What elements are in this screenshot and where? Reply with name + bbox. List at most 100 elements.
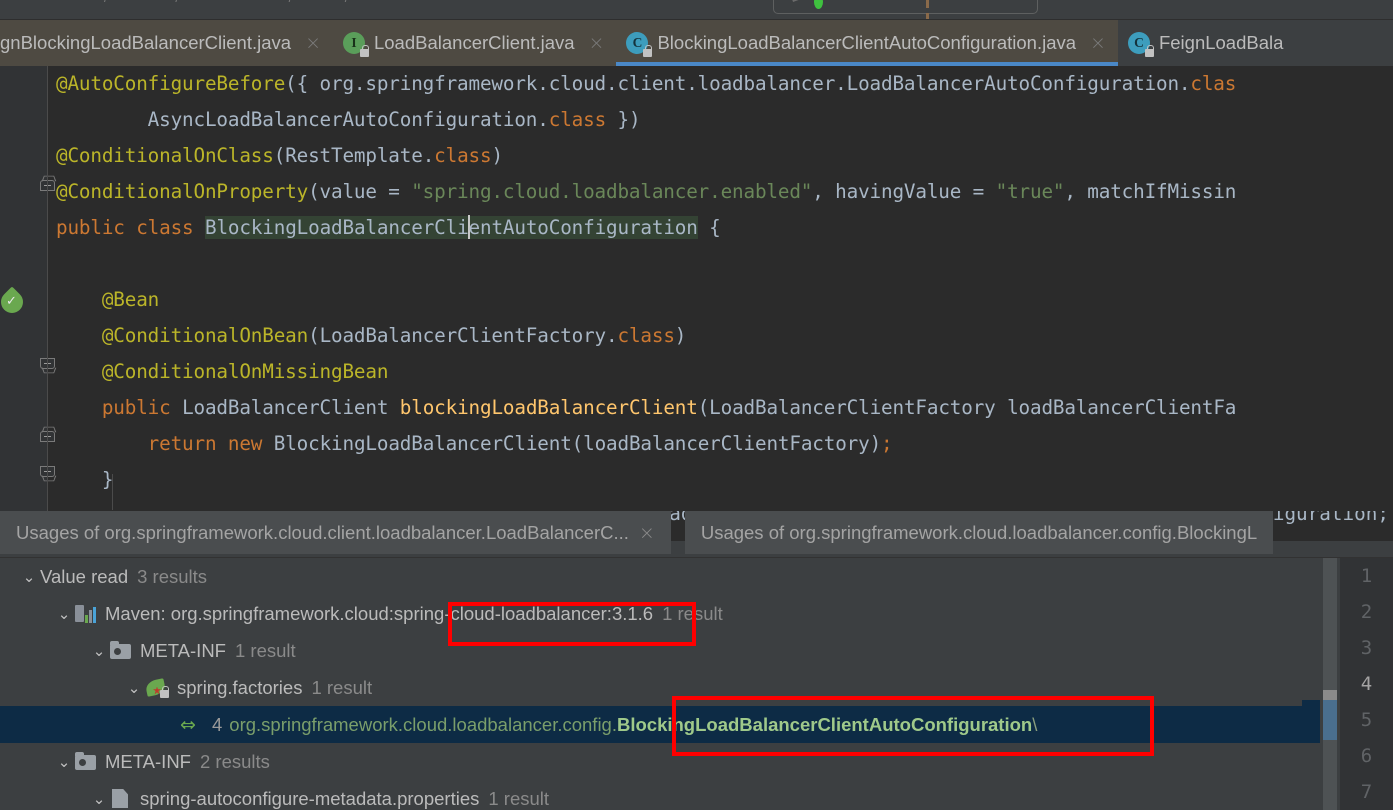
usage-tree-row[interactable]: ⌄ Value read 3 results: [0, 558, 1340, 595]
usage-match-suffix: \: [1032, 713, 1038, 735]
code-line-10: public LoadBalancerClient blockingLoadBa…: [101, 396, 1237, 419]
find-usages-panel: import import org.springframework.cloud.…: [0, 511, 1393, 810]
preview-line-number: 4: [1360, 673, 1373, 695]
usages-tab-1-label: Usages of org.springframework.cloud.load…: [700, 521, 1258, 543]
spring-factories-icon: [144, 677, 169, 698]
code-line-2: AsyncLoadBalancerAutoConfiguration.class…: [147, 108, 641, 131]
preview-line-number: 5: [1360, 709, 1373, 731]
usage-match-highlight: BlockingLoadBalancerClientAutoConfigurat…: [616, 713, 1033, 735]
highlighted-identifier: BlockingLoadBalancerClientAutoConfigurat…: [204, 215, 698, 239]
usages-scrollbar[interactable]: [1302, 558, 1340, 810]
chevron-down-icon[interactable]: ⌄: [18, 568, 40, 586]
debug-icon: [792, 0, 810, 2]
code-editor[interactable]: ✓ @AutoConfigureBefore({ org.springframe…: [0, 66, 1393, 511]
close-icon[interactable]: ×: [305, 33, 321, 53]
code-line-12: }: [56, 468, 114, 491]
close-icon[interactable]: ×: [1090, 33, 1106, 53]
usages-tab-1[interactable]: Usages of org.springframework.cloud.load…: [684, 511, 1274, 554]
tree-node-label: spring-autoconfigure-metadata.properties: [140, 787, 480, 809]
interface-icon: I: [342, 31, 369, 57]
tree-node-label: Maven: org.springframework.cloud:spring-…: [105, 602, 654, 624]
usage-tree-row[interactable]: ⌄ spring-autoconfigure-metadata.propertie…: [0, 780, 1340, 810]
pause-icon[interactable]: [926, 0, 937, 20]
scrollbar-thumb[interactable]: [1323, 558, 1337, 810]
usage-tree-row[interactable]: ⌄ Maven: org.springframework.cloud:spring…: [0, 595, 1340, 632]
breadcrumb[interactable]: / / / /: [95, 0, 358, 5]
usages-results-tree[interactable]: ⌄ Value read 3 results ⌄ Maven: org.springfr…: [0, 558, 1340, 810]
usage-tree-row[interactable]: ⌄ spring.factories 1 result: [0, 669, 1340, 706]
folder-icon: [75, 751, 97, 771]
code-line-5: public class BlockingLoadBalancerClientA…: [56, 215, 721, 239]
usage-match-text: org.springframework.cloud.loadbalancer.c…: [229, 713, 1038, 735]
preview-line-number: 2: [1360, 601, 1373, 623]
editor-tab-3[interactable]: C FeignLoadBala: [1117, 20, 1296, 66]
code-line-3: @ConditionalOnClass(RestTemplate.class): [56, 144, 503, 167]
preview-line-numbers: 1 2 3 4 5 6 7: [1340, 558, 1393, 810]
selection-edge: [1302, 700, 1320, 740]
main-toolbar: / / / /: [0, 0, 1393, 20]
properties-file-icon: [110, 789, 132, 808]
code-line-8: @ConditionalOnBean(LoadBalancerClientFac…: [101, 324, 687, 347]
ide-window: / / / / gnBlockingLoadBalancerClient.jav…: [0, 0, 1393, 810]
close-icon[interactable]: ×: [639, 522, 655, 544]
preview-line-number: 7: [1360, 781, 1373, 803]
preview-line-number: 6: [1360, 745, 1373, 767]
usage-tree-row[interactable]: ⌄ META-INF 2 results: [0, 743, 1340, 780]
run-status-dot: [814, 0, 823, 9]
usages-tab-0-label: Usages of org.springframework.cloud.clie…: [16, 521, 629, 543]
chevron-down-icon[interactable]: ⌄: [53, 753, 75, 771]
usage-arrow-icon: ⇔: [180, 713, 196, 736]
editor-tab-2-label: BlockingLoadBalancerClientAutoConfigurat…: [657, 32, 1077, 53]
editor-gutter[interactable]: ✓: [0, 66, 55, 511]
code-line-1: @AutoConfigureBefore({ org.springframewo…: [56, 72, 1237, 95]
tree-node-count: 2 results: [199, 750, 270, 772]
chevron-down-icon[interactable]: ⌄: [88, 642, 110, 660]
close-icon[interactable]: ×: [589, 33, 605, 53]
code-line-4: @ConditionalOnProperty(value = "spring.c…: [56, 180, 1237, 203]
editor-tab-3-label: FeignLoadBala: [1158, 32, 1284, 53]
chevron-down-icon[interactable]: ⌄: [88, 790, 110, 808]
maven-library-icon: [75, 604, 97, 623]
text-caret: [467, 215, 470, 239]
class-icon: C: [626, 31, 653, 57]
editor-tab-1[interactable]: I LoadBalancerClient.java ×: [332, 20, 617, 66]
code-text[interactable]: @AutoConfigureBefore({ org.springframewo…: [56, 66, 1393, 498]
fold-region-line: [47, 66, 48, 511]
spring-bean-gutter-icon[interactable]: ✓: [0, 286, 28, 318]
tree-node-count: 1 result: [234, 639, 296, 661]
scrollbar-mark: [1323, 690, 1337, 700]
scrollbar-selection-mark: [1323, 700, 1337, 740]
tree-node-label: META-INF: [140, 639, 226, 661]
lock-icon: [1144, 44, 1154, 57]
run-configuration-selector[interactable]: [773, 0, 1038, 20]
editor-tab-0[interactable]: gnBlockingLoadBalancerClient.java ×: [0, 20, 333, 66]
editor-tab-bar: gnBlockingLoadBalancerClient.java × I Lo…: [0, 20, 1393, 66]
tree-node-count: 3 results: [137, 565, 208, 587]
chevron-down-icon[interactable]: ⌄: [53, 605, 75, 623]
chevron-down-icon[interactable]: ⌄: [123, 679, 145, 697]
code-line-7: @Bean: [101, 288, 160, 311]
code-line-9: @ConditionalOnMissingBean: [101, 360, 389, 383]
tree-node-label: META-INF: [105, 750, 191, 772]
lock-icon: [359, 44, 369, 57]
usages-tab-0[interactable]: Usages of org.springframework.cloud.clie…: [0, 511, 671, 554]
usage-tree-row[interactable]: ⌄ META-INF 1 result: [0, 632, 1340, 669]
lock-icon: [643, 44, 653, 57]
code-line-11: return new BlockingLoadBalancerClient(lo…: [147, 432, 893, 455]
folder-icon: [110, 640, 132, 660]
preview-line-number: 3: [1360, 637, 1373, 659]
tree-node-count: 1 result: [311, 676, 373, 698]
tree-node-count: 1 result: [662, 602, 723, 624]
editor-tab-2[interactable]: C BlockingLoadBalancerClientAutoConfigur…: [616, 20, 1118, 66]
usages-tab-bar: Usages of org.springframework.cloud.clie…: [0, 511, 1393, 558]
editor-tab-0-label: gnBlockingLoadBalancerClient.java: [0, 32, 292, 53]
preview-line-number: 1: [1360, 565, 1373, 587]
tree-node-count: 1 result: [488, 787, 550, 809]
usage-line-number: 4: [212, 713, 223, 735]
class-icon: C: [1127, 31, 1154, 57]
tree-node-label: Value read: [40, 565, 129, 587]
editor-tab-1-label: LoadBalancerClient.java: [373, 32, 575, 53]
usage-result-row[interactable]: ⇔ 4 org.springframework.cloud.loadbalancer…: [0, 706, 1340, 743]
tree-node-label: spring.factories: [177, 676, 303, 698]
